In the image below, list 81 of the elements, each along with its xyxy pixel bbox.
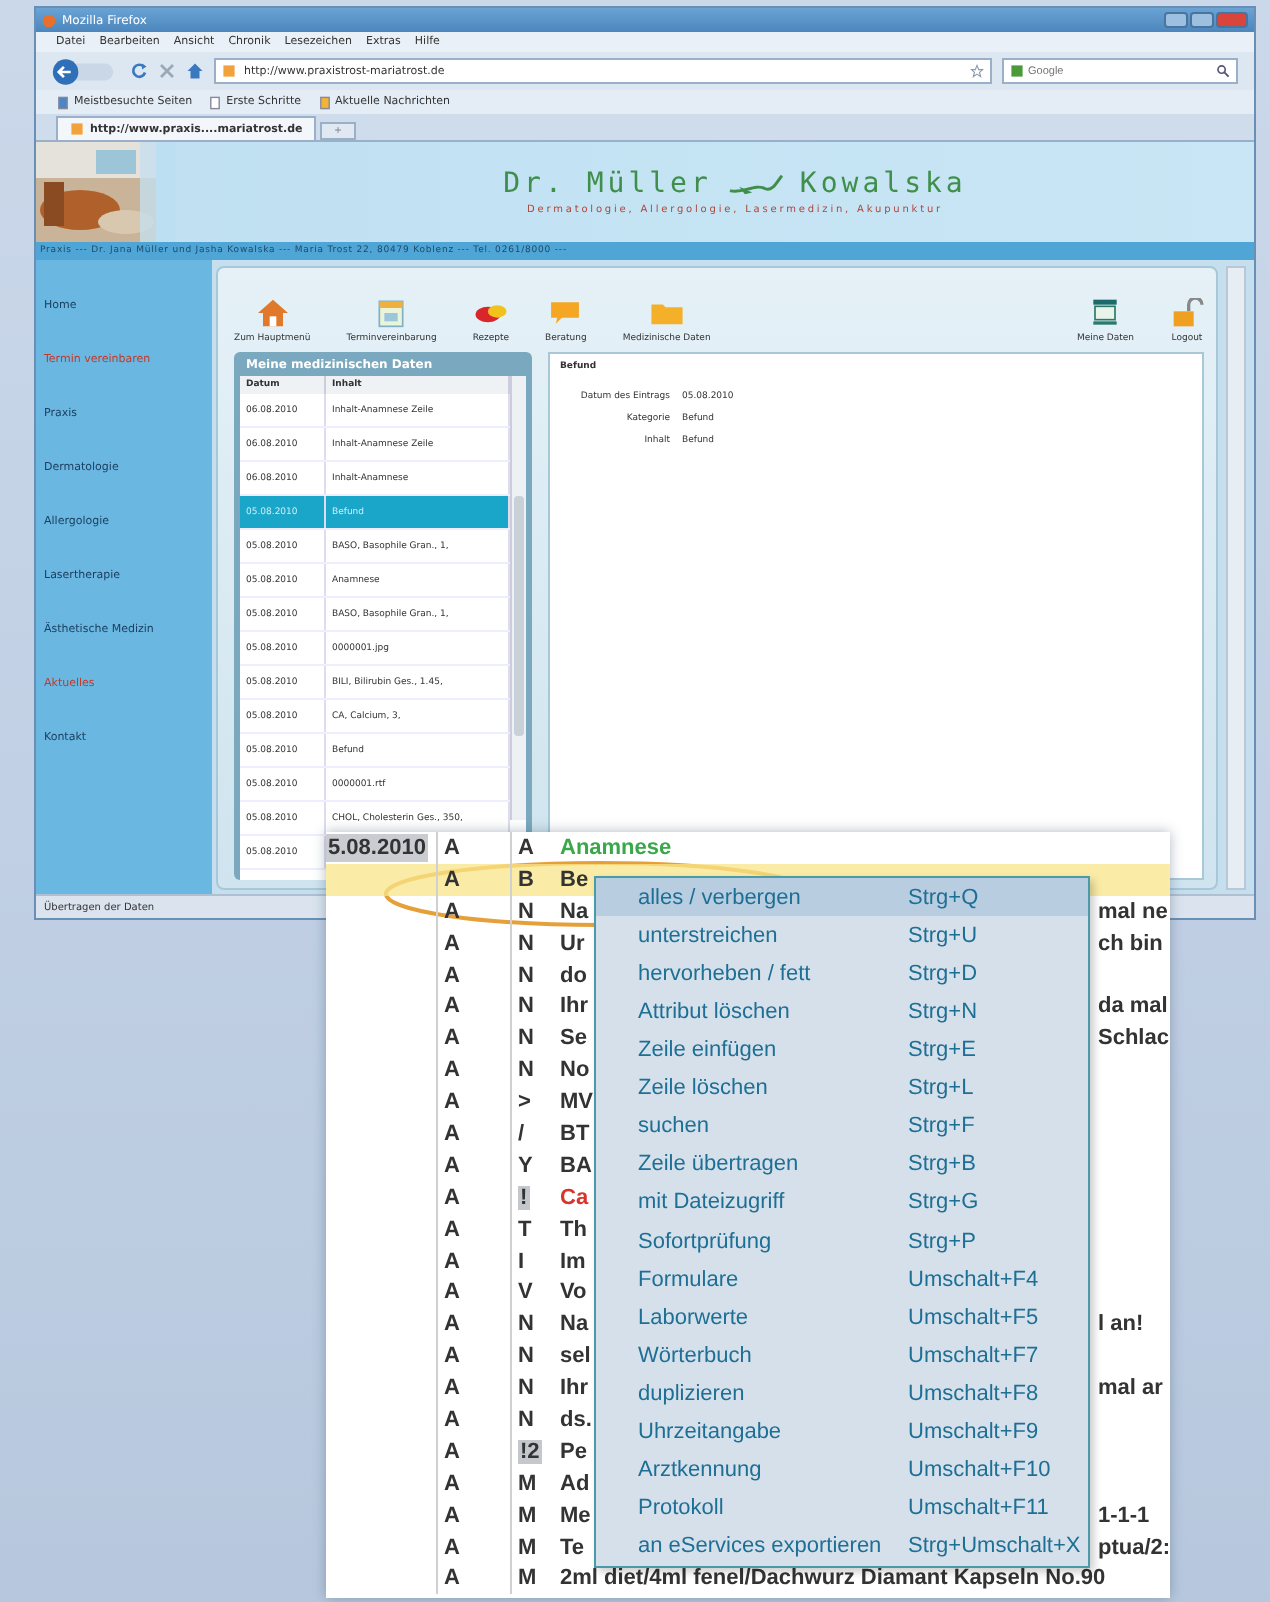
- line-text: Na: [560, 899, 589, 924]
- line-text: da mal: [1098, 994, 1168, 1019]
- code-text: A: [436, 1086, 510, 1119]
- code-text: A: [436, 1276, 510, 1309]
- code-text: A: [436, 1022, 510, 1055]
- code-text: N: [518, 1058, 534, 1083]
- code-text: A: [436, 1149, 510, 1182]
- line-text: ch bin: [1098, 931, 1163, 956]
- line-text: No: [560, 1058, 590, 1083]
- line-text: Ihr: [560, 994, 589, 1019]
- line-text: mal ar: [1098, 1376, 1163, 1401]
- code-text: A: [436, 1340, 510, 1373]
- line-text: Ihr: [560, 1376, 589, 1401]
- code-text: A: [436, 927, 510, 960]
- code-text: V: [518, 1280, 533, 1305]
- code-text: M: [518, 1566, 537, 1591]
- code-text: /: [518, 1121, 525, 1146]
- code-text: N: [518, 963, 534, 987]
- site-title: Dr. Müller: [503, 168, 712, 200]
- code-text: A: [436, 990, 510, 1023]
- code-text: A: [518, 835, 534, 860]
- code-text: N: [518, 1344, 534, 1369]
- code-text: M: [518, 1471, 537, 1496]
- code-text: A: [436, 1213, 510, 1246]
- line-text: ds.: [560, 1407, 592, 1432]
- line-text: 1-1-1: [1098, 1503, 1150, 1528]
- line-text: Ur: [560, 931, 585, 956]
- code-text: A: [436, 1531, 510, 1563]
- code-text: N: [518, 1407, 534, 1432]
- line-text: Im: [560, 1249, 586, 1274]
- code-text: I: [518, 1249, 525, 1274]
- line-text: Be: [560, 867, 589, 892]
- code-text: A: [436, 1499, 510, 1532]
- code-text: M: [518, 1503, 537, 1528]
- code-text: A: [436, 1467, 510, 1500]
- code-text: A: [436, 1054, 510, 1087]
- line-text: Schlac: [1098, 1026, 1169, 1051]
- line-text: Anamnese: [560, 835, 672, 860]
- code-text: A: [436, 1404, 510, 1436]
- code-text: A: [436, 1118, 510, 1150]
- line-text: Th: [560, 1217, 587, 1242]
- code-text: !: [518, 1185, 530, 1210]
- code-text: !2: [518, 1439, 542, 1464]
- code-text: A: [436, 1372, 510, 1405]
- line-text: ptua/2:: [1098, 1535, 1171, 1560]
- line-text: 2ml diet/4ml fenel/Dachwurz Diamant Kapseln No.90: [560, 1566, 1106, 1591]
- code-text: N: [518, 1376, 534, 1401]
- line-text: l an!: [1098, 1312, 1144, 1337]
- line-text: BT: [560, 1121, 590, 1146]
- date-text: 5.08.2010: [326, 833, 428, 862]
- code-text: A: [436, 1308, 510, 1341]
- line-text: Ca: [560, 1185, 589, 1210]
- code-text: T: [518, 1217, 532, 1242]
- line-text: Vo: [560, 1280, 587, 1305]
- code-text: Y: [518, 1153, 533, 1178]
- line-text: sel: [560, 1344, 591, 1369]
- line-text: MV: [560, 1090, 593, 1115]
- line-text: Se: [560, 1026, 587, 1051]
- line-text: Te: [560, 1535, 585, 1560]
- line-text: Pe: [560, 1439, 587, 1464]
- code-text: >: [518, 1090, 531, 1115]
- line-text: BA: [560, 1153, 592, 1178]
- code-text: N: [518, 1026, 534, 1051]
- code-text: N: [518, 931, 534, 956]
- code-text: B: [518, 867, 534, 892]
- code-text: A: [436, 1562, 510, 1595]
- line-text: Na: [560, 1312, 589, 1337]
- line-text: mal ne: [1098, 899, 1168, 924]
- code-text: A: [436, 1435, 510, 1468]
- site-title: Kowalska: [799, 168, 967, 200]
- code-text: N: [518, 994, 534, 1019]
- code-text: N: [518, 899, 534, 924]
- code-text: A: [436, 959, 510, 991]
- code-text: A: [436, 863, 510, 896]
- code-text: A: [436, 1245, 510, 1277]
- code-text: N: [518, 1312, 534, 1337]
- line-text: do: [560, 963, 587, 987]
- code-text: M: [518, 1535, 537, 1560]
- line-text: Ad: [560, 1471, 590, 1496]
- line-text: Me: [560, 1503, 591, 1528]
- code-text: A: [436, 1181, 510, 1214]
